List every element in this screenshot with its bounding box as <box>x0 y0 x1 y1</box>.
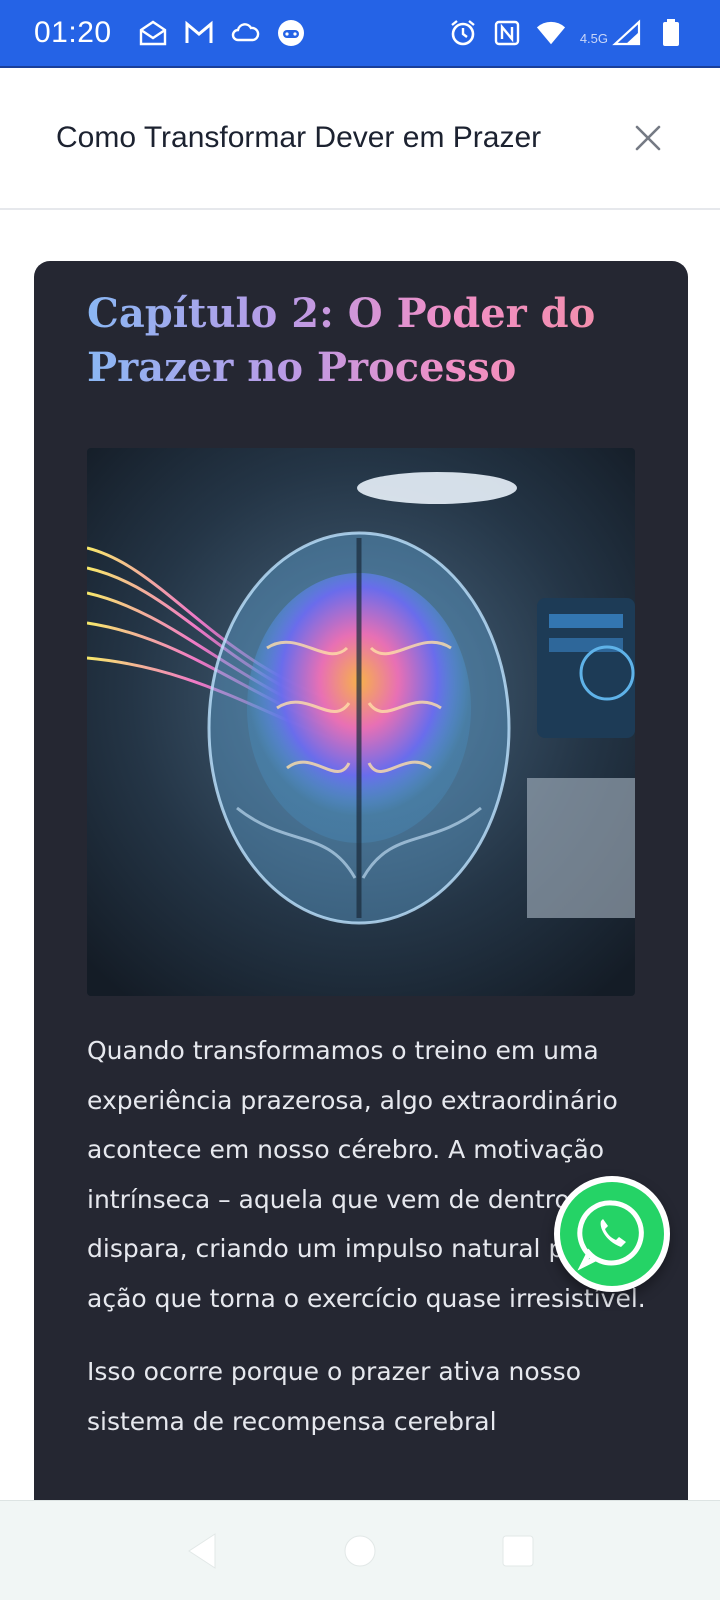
chapter-title: Capítulo 2: O Poder do Prazer no Process… <box>87 287 647 395</box>
recents-icon <box>502 1535 534 1566</box>
chapter-card: Capítulo 2: O Poder do Prazer no Process… <box>34 261 688 1561</box>
system-nav-bar <box>0 1500 720 1600</box>
whatsapp-icon <box>577 1200 644 1271</box>
page-title: Como Transformar Dever em Prazer <box>56 121 542 154</box>
close-icon <box>635 125 661 151</box>
close-button[interactable] <box>628 118 668 158</box>
nav-recents-button[interactable] <box>498 1531 538 1571</box>
content-area[interactable]: Capítulo 2: O Poder do Prazer no Process… <box>0 212 720 1561</box>
status-time: 01:20 <box>34 16 112 49</box>
brain-illustration <box>87 448 635 996</box>
network-type-label: 4.5G <box>579 30 608 46</box>
cloud-icon <box>230 18 260 48</box>
alarm-icon <box>448 18 478 48</box>
signal-icon <box>612 18 642 48</box>
whatsapp-button[interactable] <box>554 1176 670 1292</box>
home-icon <box>344 1535 376 1566</box>
whatsapp-button-face <box>560 1182 664 1286</box>
paragraph: Isso ocorre porque o prazer ativa nosso … <box>87 1357 581 1436</box>
battery-icon <box>656 18 686 48</box>
paragraph: Quando transformamos o treino em uma exp… <box>87 1036 646 1313</box>
mail-open-icon <box>138 18 168 48</box>
status-bar: 01:20 4.5G <box>0 0 720 68</box>
gmail-icon <box>184 18 214 48</box>
nfc-icon <box>492 18 522 48</box>
wifi-icon <box>536 18 566 48</box>
nav-home-button[interactable] <box>340 1531 380 1571</box>
notification-icons <box>138 18 306 48</box>
nav-back-button[interactable] <box>182 1531 222 1571</box>
game-icon <box>276 18 306 48</box>
system-icons: 4.5G <box>448 18 686 48</box>
app-header: Como Transformar Dever em Prazer <box>0 68 720 210</box>
back-icon <box>188 1532 216 1569</box>
